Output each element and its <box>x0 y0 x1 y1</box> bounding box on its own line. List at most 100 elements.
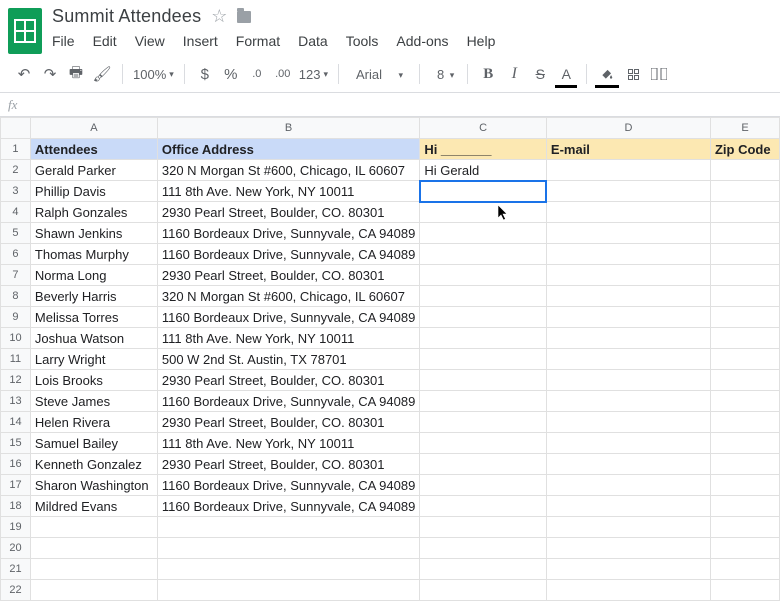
cell-E9[interactable] <box>710 307 779 328</box>
cell-E4[interactable] <box>710 202 779 223</box>
cell-B20[interactable] <box>157 538 419 559</box>
cell-D2[interactable] <box>546 160 710 181</box>
cell-B1[interactable]: Office Address <box>157 139 419 160</box>
cell-C6[interactable] <box>420 244 547 265</box>
cell-A7[interactable]: Norma Long <box>30 265 157 286</box>
cell-C5[interactable] <box>420 223 547 244</box>
cell-C16[interactable] <box>420 454 547 475</box>
row-header-18[interactable]: 18 <box>1 496 31 517</box>
cell-E14[interactable] <box>710 412 779 433</box>
row-header-7[interactable]: 7 <box>1 265 31 286</box>
cell-E17[interactable] <box>710 475 779 496</box>
cell-D20[interactable] <box>546 538 710 559</box>
cell-E3[interactable] <box>710 181 779 202</box>
print-icon[interactable]: 🖶 <box>66 62 86 86</box>
cell-B2[interactable]: 320 N Morgan St #600, Chicago, IL 60607 <box>157 160 419 181</box>
cell-D21[interactable] <box>546 559 710 580</box>
menu-edit[interactable]: Edit <box>93 33 117 49</box>
cell-A1[interactable]: Attendees <box>30 139 157 160</box>
cell-A3[interactable]: Phillip Davis <box>30 181 157 202</box>
cell-A11[interactable]: Larry Wright <box>30 349 157 370</box>
cell-B17[interactable]: 1160 Bordeaux Drive, Sunnyvale, CA 94089 <box>157 475 419 496</box>
cell-C3[interactable] <box>420 181 547 202</box>
cell-B5[interactable]: 1160 Bordeaux Drive, Sunnyvale, CA 94089 <box>157 223 419 244</box>
row-header-6[interactable]: 6 <box>1 244 31 265</box>
cell-E15[interactable] <box>710 433 779 454</box>
increase-decimal-button[interactable]: .00 <box>273 62 293 86</box>
cell-D13[interactable] <box>546 391 710 412</box>
cell-C2[interactable]: Hi Gerald <box>420 160 547 181</box>
strike-button[interactable]: S <box>530 62 550 86</box>
row-header-20[interactable]: 20 <box>1 538 31 559</box>
cell-B6[interactable]: 1160 Bordeaux Drive, Sunnyvale, CA 94089 <box>157 244 419 265</box>
cell-A9[interactable]: Melissa Torres <box>30 307 157 328</box>
cell-B10[interactable]: 111 8th Ave. New York, NY 10011 <box>157 328 419 349</box>
cell-D10[interactable] <box>546 328 710 349</box>
cell-B13[interactable]: 1160 Bordeaux Drive, Sunnyvale, CA 94089 <box>157 391 419 412</box>
menu-format[interactable]: Format <box>236 33 280 49</box>
cell-E1[interactable]: Zip Code <box>710 139 779 160</box>
cell-A16[interactable]: Kenneth Gonzalez <box>30 454 157 475</box>
bold-button[interactable]: B <box>478 62 498 86</box>
cell-D18[interactable] <box>546 496 710 517</box>
row-header-16[interactable]: 16 <box>1 454 31 475</box>
cell-C9[interactable] <box>420 307 547 328</box>
cell-D17[interactable] <box>546 475 710 496</box>
col-header-C[interactable]: C <box>420 118 547 139</box>
menu-data[interactable]: Data <box>298 33 328 49</box>
cell-A17[interactable]: Sharon Washington <box>30 475 157 496</box>
cell-D19[interactable] <box>546 517 710 538</box>
row-header-13[interactable]: 13 <box>1 391 31 412</box>
cell-D15[interactable] <box>546 433 710 454</box>
row-header-5[interactable]: 5 <box>1 223 31 244</box>
cell-C15[interactable] <box>420 433 547 454</box>
cell-B3[interactable]: 111 8th Ave. New York, NY 10011 <box>157 181 419 202</box>
document-title[interactable]: Summit Attendees <box>52 6 201 27</box>
cell-A15[interactable]: Samuel Bailey <box>30 433 157 454</box>
cell-B9[interactable]: 1160 Bordeaux Drive, Sunnyvale, CA 94089 <box>157 307 419 328</box>
cell-E10[interactable] <box>710 328 779 349</box>
cell-C22[interactable] <box>420 580 547 601</box>
cell-D8[interactable] <box>546 286 710 307</box>
cell-A13[interactable]: Steve James <box>30 391 157 412</box>
cell-D7[interactable] <box>546 265 710 286</box>
select-all-cell[interactable] <box>1 118 31 139</box>
col-header-E[interactable]: E <box>710 118 779 139</box>
cell-A22[interactable] <box>30 580 157 601</box>
cell-E19[interactable] <box>710 517 779 538</box>
row-header-22[interactable]: 22 <box>1 580 31 601</box>
menu-insert[interactable]: Insert <box>183 33 218 49</box>
cell-A10[interactable]: Joshua Watson <box>30 328 157 349</box>
merge-button[interactable] <box>649 62 669 86</box>
sheets-logo-icon[interactable] <box>8 8 42 54</box>
cell-D16[interactable] <box>546 454 710 475</box>
row-header-14[interactable]: 14 <box>1 412 31 433</box>
cell-A6[interactable]: Thomas Murphy <box>30 244 157 265</box>
cell-D1[interactable]: E-mail <box>546 139 710 160</box>
row-header-11[interactable]: 11 <box>1 349 31 370</box>
row-header-3[interactable]: 3 <box>1 181 31 202</box>
cell-D9[interactable] <box>546 307 710 328</box>
cell-E13[interactable] <box>710 391 779 412</box>
cell-A19[interactable] <box>30 517 157 538</box>
cell-D3[interactable] <box>546 181 710 202</box>
row-header-9[interactable]: 9 <box>1 307 31 328</box>
cell-D5[interactable] <box>546 223 710 244</box>
row-header-12[interactable]: 12 <box>1 370 31 391</box>
cell-C13[interactable] <box>420 391 547 412</box>
cell-E18[interactable] <box>710 496 779 517</box>
text-color-button[interactable]: A <box>556 62 576 86</box>
cell-C1[interactable]: Hi _______ <box>420 139 547 160</box>
cell-B7[interactable]: 2930 Pearl Street, Boulder, CO. 80301 <box>157 265 419 286</box>
paint-format-icon[interactable]: 🖌 <box>92 62 112 86</box>
number-format-select[interactable]: 123▾ <box>299 67 328 82</box>
italic-button[interactable]: I <box>504 62 524 86</box>
cell-A14[interactable]: Helen Rivera <box>30 412 157 433</box>
zoom-select[interactable]: 100%▾ <box>133 67 174 82</box>
cell-D11[interactable] <box>546 349 710 370</box>
cell-E7[interactable] <box>710 265 779 286</box>
menu-file[interactable]: File <box>52 33 75 49</box>
star-icon[interactable]: ☆ <box>211 6 227 27</box>
cell-E12[interactable] <box>710 370 779 391</box>
cell-C21[interactable] <box>420 559 547 580</box>
